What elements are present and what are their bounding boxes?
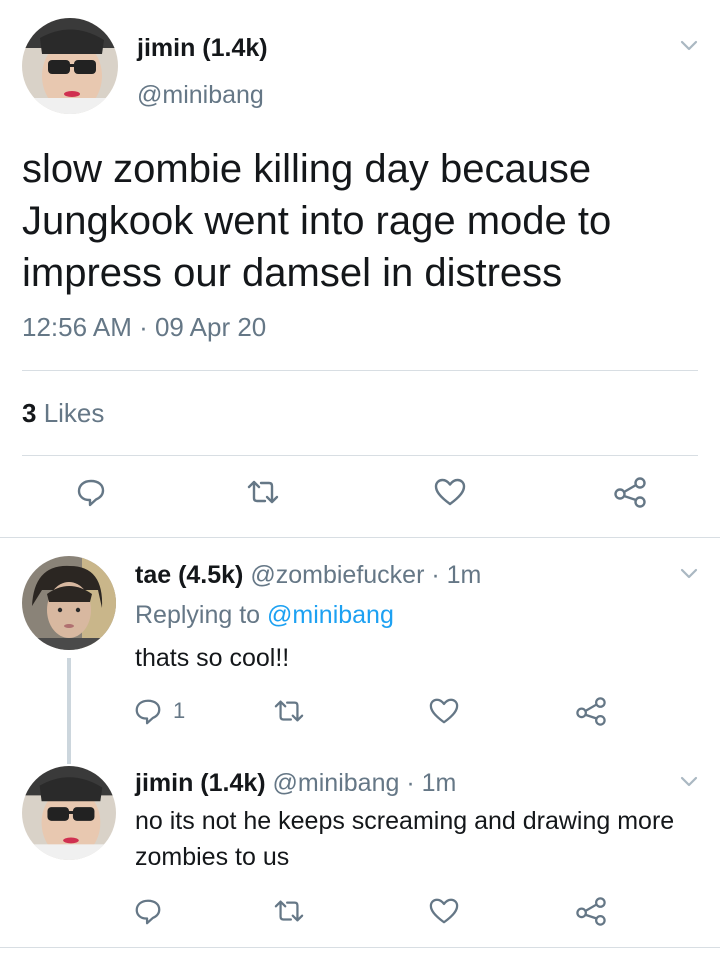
main-tweet: jimin (1.4k) @minibang slow zombie killi… [0,0,720,538]
retweet-button[interactable] [245,476,281,508]
author-handle[interactable]: @zombiefucker [250,561,424,589]
reply-time[interactable]: · 1m [399,769,456,797]
avatar[interactable] [22,556,116,650]
reply-icon [135,699,161,725]
reply-text: no its not he keeps screaming and drawin… [135,807,675,871]
divider [0,947,720,948]
reply-tweet[interactable]: tae (4.5k) @zombiefucker · 1m Replying t… [0,538,720,748]
chevron-down-icon[interactable] [680,40,698,52]
chevron-down-icon[interactable] [680,776,698,788]
share-icon [576,697,606,726]
like-icon [429,898,459,924]
likes-label: Likes [36,398,105,428]
like-button[interactable] [433,476,467,508]
tweet-actions [0,476,720,516]
reply-text: thats so cool!! [135,644,290,672]
reply-icon [77,479,105,507]
like-icon [429,698,459,724]
chevron-down-icon[interactable] [680,568,698,580]
retweet-button[interactable] [272,696,306,726]
like-button[interactable] [428,896,460,926]
likes-number: 3 [22,398,37,428]
reply-button[interactable]: 1 [133,696,185,726]
share-button[interactable] [574,696,608,726]
reply-tweet[interactable]: jimin (1.4k) @minibang · 1m no its not h… [0,748,720,958]
retweet-icon [274,700,304,722]
reply-count: 1 [173,698,186,723]
author-name[interactable]: jimin (1.4k) [135,769,266,797]
reply-header: jimin (1.4k) @minibang · 1m [135,769,456,798]
retweet-button[interactable] [272,896,306,926]
reply-header: tae (4.5k) @zombiefucker · 1m [135,561,481,590]
tweet-timestamp[interactable]: 12:56 AM · 09 Apr 20 [22,312,266,343]
retweet-icon [247,480,279,504]
divider [22,370,698,371]
author-name[interactable]: jimin (1.4k) [137,34,268,63]
retweet-icon [274,900,304,922]
reply-button[interactable] [133,896,163,926]
author-name[interactable]: tae (4.5k) [135,561,243,589]
replying-mention[interactable]: @minibang [267,601,394,629]
avatar[interactable] [22,18,118,114]
author-handle[interactable]: @minibang [137,81,264,110]
replying-prefix: Replying to [135,601,268,629]
reply-time[interactable]: · 1m [424,561,481,589]
share-icon [576,897,606,926]
share-icon [614,477,646,508]
replying-to: Replying to @minibang [135,601,394,630]
likes-count[interactable]: 3 Likes [22,398,104,429]
reply-icon [135,899,161,925]
author-handle[interactable]: @minibang [273,769,400,797]
like-button[interactable] [428,696,460,726]
divider [22,455,698,456]
avatar[interactable] [22,766,116,860]
reply-button[interactable] [75,476,107,508]
share-button[interactable] [574,896,608,926]
share-button[interactable] [612,476,648,508]
like-icon [434,478,466,506]
tweet-text: slow zombie killing day because Jungkook… [22,147,612,295]
